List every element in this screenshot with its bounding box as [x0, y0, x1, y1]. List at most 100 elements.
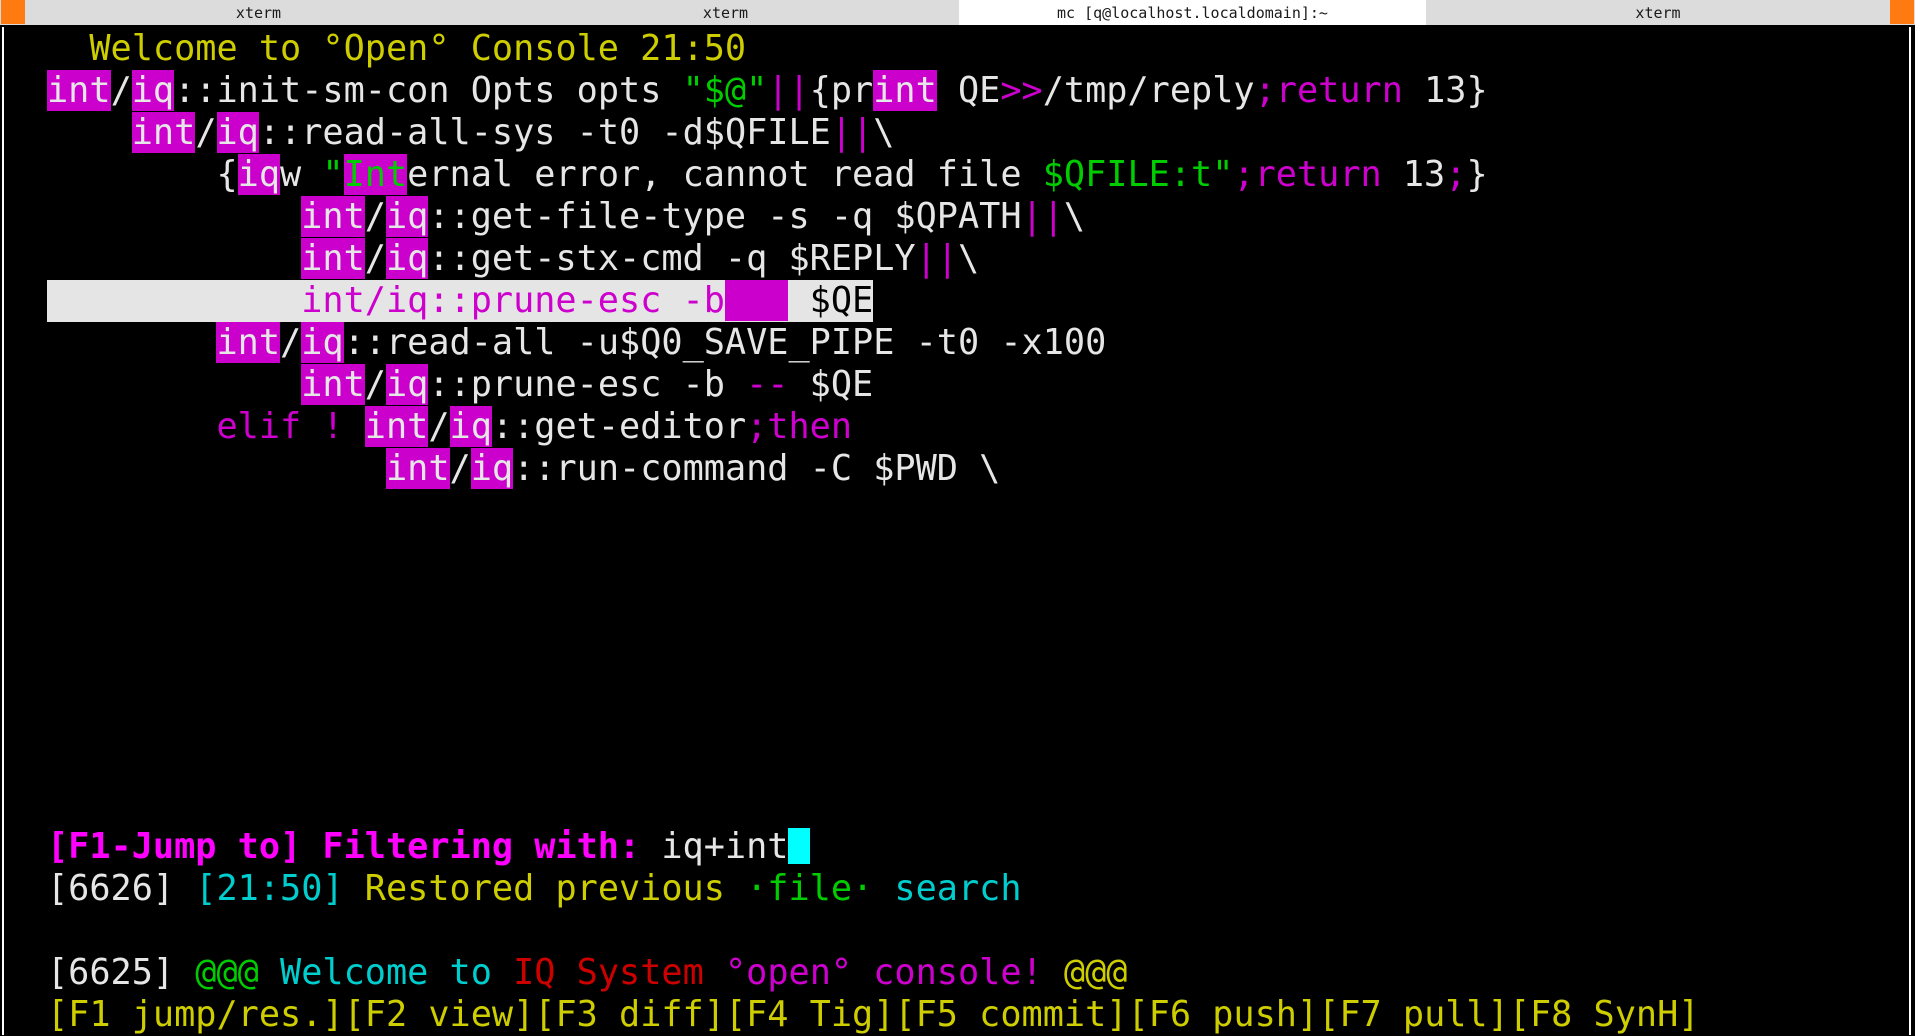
- match-int: int: [301, 196, 365, 237]
- code-text: {pr: [809, 70, 874, 111]
- welcome-line: Welcome to °Open° Console 21:50: [47, 28, 746, 70]
- code-string: ": [322, 154, 344, 195]
- code-text: $QE: [788, 364, 874, 405]
- code-text: ::run-command -C $PWD \: [513, 448, 1001, 489]
- match-int: int: [873, 70, 937, 111]
- code-text: /: [364, 364, 386, 405]
- match-iq: iq: [449, 406, 492, 447]
- code-text: ::get-editor: [491, 406, 747, 447]
- fkey-f3-diff[interactable]: [F3 diff]: [534, 994, 725, 1035]
- message-marker: @@@: [195, 952, 259, 993]
- match-iq: iq: [385, 238, 429, 279]
- code-operator: ||: [830, 112, 874, 153]
- selected-code-line[interactable]: int/iq::prune-esc -b $QE: [47, 280, 874, 322]
- code-operator: ||: [767, 70, 810, 111]
- code-text: 13}: [1402, 70, 1488, 111]
- match-int: int: [131, 112, 196, 153]
- code-string: $QFILE:t": [1042, 154, 1234, 195]
- code-text: /: [195, 112, 217, 153]
- code-text: QE: [936, 70, 1001, 111]
- fkey-f4-tig[interactable]: [F4 Tig]: [725, 994, 894, 1035]
- match-block: [724, 280, 789, 321]
- filter-prompt[interactable]: [F1-Jump to] Filtering with: iq+int: [47, 826, 810, 868]
- message-search-tag: search: [894, 868, 1022, 909]
- match-int: int: [385, 448, 450, 489]
- code-text: ::init-sm-con Opts opts: [174, 70, 683, 111]
- code-line-9[interactable]: elif ! int/iq::get-editor;then: [47, 406, 852, 448]
- tab-xterm-1[interactable]: xterm: [25, 0, 492, 25]
- message-file-tag: ·file·: [746, 868, 874, 909]
- window-corner-right: [1890, 0, 1914, 24]
- code-text: 13: [1381, 154, 1446, 195]
- code-keyword: ;return: [1233, 154, 1382, 195]
- status-line-6626: [6626] [21:50] Restored previous ·file· …: [47, 868, 1022, 910]
- message-text: Restored previous: [364, 868, 725, 909]
- status-line-6625: [6625] @@@ Welcome to IQ System °open° c…: [47, 952, 1127, 994]
- terminal-area[interactable]: Welcome to °Open° Console 21:50 int/iq::…: [2, 27, 1911, 1035]
- code-line-5[interactable]: int/iq::get-stx-cmd -q $REPLY||\: [47, 238, 979, 280]
- code-operator: >>: [1000, 70, 1043, 111]
- code-keyword: ;then: [746, 406, 853, 447]
- code-keyword: ;return: [1254, 70, 1403, 111]
- fkey-f5-commit[interactable]: [F5 commit]: [894, 994, 1127, 1035]
- match-iq: iq: [470, 448, 514, 489]
- match-int: int: [47, 70, 111, 111]
- code-line-8[interactable]: int/iq::prune-esc -b -- $QE: [47, 364, 873, 406]
- selected-line-text: int/iq::prune-esc -b: [301, 280, 725, 321]
- match-iq: iq: [216, 112, 259, 153]
- code-line-7[interactable]: int/iq::read-all -u$Q0_SAVE_PIPE -t0 -x1…: [47, 322, 1106, 364]
- code-string: "$@": [682, 70, 768, 111]
- code-line-2[interactable]: int/iq::read-all-sys -t0 -d$QFILE||\: [47, 112, 894, 154]
- code-line-10[interactable]: int/iq::run-command -C $PWD \: [47, 448, 1000, 490]
- code-text: ::read-all-sys -t0 -d$QFILE: [258, 112, 831, 153]
- code-text: \: [873, 112, 895, 153]
- code-operator: ;: [1445, 154, 1467, 195]
- filter-input[interactable]: iq+int: [661, 826, 788, 867]
- code-line-1[interactable]: int/iq::init-sm-con Opts opts "$@"||{pri…: [47, 70, 1488, 112]
- code-text: /: [364, 196, 386, 237]
- code-text: \: [1063, 196, 1086, 237]
- tab-mc-active[interactable]: mc [q@localhost.localdomain]:~: [959, 0, 1426, 25]
- code-text: $QE: [809, 280, 874, 321]
- tab-bar: xterm xterm mc [q@localhost.localdomain]…: [0, 0, 1915, 25]
- message-system-name: IQ System: [513, 952, 704, 993]
- code-text: /: [364, 238, 386, 279]
- code-text: ernal error, cannot read file: [407, 154, 1043, 195]
- code-text: ::get-stx-cmd -q $REPLY: [428, 238, 916, 279]
- code-text: ::read-all -u$Q0_SAVE_PIPE -t0 -x100: [343, 322, 1107, 363]
- code-keyword: elif !: [216, 406, 365, 447]
- tab-xterm-3[interactable]: xterm: [1426, 0, 1890, 25]
- message-console: console!: [873, 952, 1043, 993]
- match-iq: iq: [385, 196, 429, 237]
- match-iq: iq: [131, 70, 175, 111]
- code-text: ::get-file-type -s -q $QPATH: [428, 196, 1022, 237]
- fkey-f2-view[interactable]: [F2 view]: [344, 994, 535, 1035]
- code-text: /: [428, 406, 450, 447]
- message-text: Welcome to: [280, 952, 492, 993]
- fkey-f1-jump[interactable]: [F1 jump/res.]: [47, 994, 344, 1035]
- fkey-f7-pull[interactable]: [F7 pull]: [1318, 994, 1509, 1035]
- code-text: w: [280, 154, 323, 195]
- code-line-3[interactable]: {iqw "Internal error, cannot read file $…: [47, 154, 1488, 196]
- code-text: /: [449, 448, 471, 489]
- code-line-4[interactable]: int/iq::get-file-type -s -q $QPATH||\: [47, 196, 1085, 238]
- text-cursor: [788, 828, 810, 864]
- code-operator: ||: [915, 238, 958, 279]
- match-int: int: [301, 364, 365, 405]
- code-operator: --: [746, 364, 789, 405]
- message-open: °open°: [724, 952, 853, 993]
- message-time: [21:50]: [195, 868, 344, 909]
- message-id: [6626]: [47, 868, 175, 909]
- match-int-in-string: Int: [343, 154, 408, 195]
- fkey-f8-synh[interactable]: [F8 SynH]: [1509, 994, 1700, 1035]
- code-text: }: [1466, 154, 1488, 195]
- match-iq: iq: [237, 154, 281, 195]
- match-iq: iq: [301, 322, 344, 363]
- function-key-bar: [F1 jump/res.][F2 view][F3 diff][F4 Tig]…: [47, 994, 1699, 1036]
- fkey-f6-push[interactable]: [F6 push]: [1127, 994, 1318, 1035]
- tab-xterm-2[interactable]: xterm: [492, 0, 959, 25]
- message-id: [6625]: [47, 952, 175, 993]
- code-text: \: [957, 238, 980, 279]
- code-operator: ||: [1021, 196, 1064, 237]
